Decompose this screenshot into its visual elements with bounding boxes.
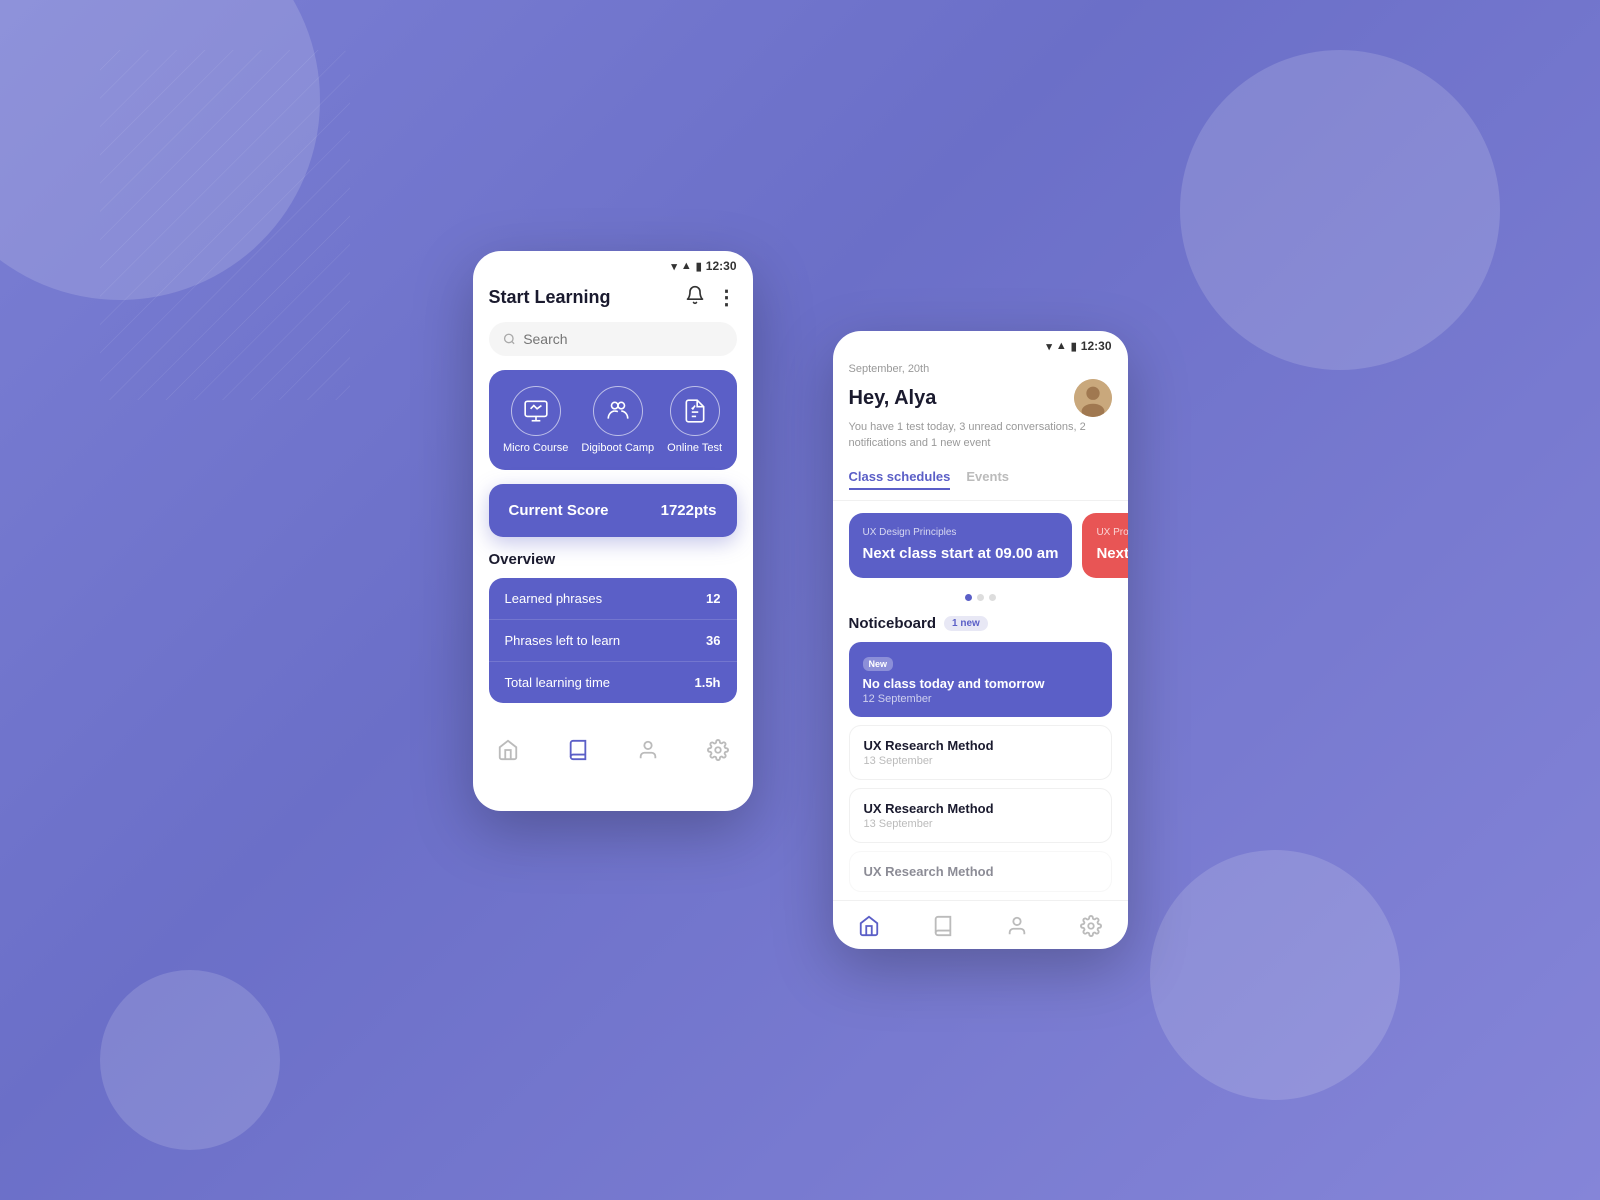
status-bar-1: ▾ ▲ ▮ 12:30 [473,251,753,277]
class-cards-row: UX Design Principles Next class start at… [833,501,1128,590]
nav2-person[interactable] [1006,915,1028,937]
micro-course-icon-wrap [511,386,561,436]
nav2-settings[interactable] [1080,915,1102,937]
greeting-subtext: You have 1 test today, 3 unread conversa… [849,420,1112,451]
notice-items-list: New No class today and tomorrow 12 Septe… [833,642,1128,892]
nav-home[interactable] [497,739,519,767]
signal-icon-2: ▲ [1056,340,1067,352]
overview-label-3: Total learning time [505,675,611,690]
search-input[interactable] [523,331,722,347]
notice-title-2: UX Research Method [864,738,1097,753]
class-card-red[interactable]: UX Prototyping Next class start at 11.00… [1082,513,1127,578]
phone-2: ▾ ▲ ▮ 12:30 September, 20th Hey, Alya Yo… [833,331,1128,948]
bg-decoration-2 [1180,50,1500,370]
class-card-subtitle-1: UX Design Principles [863,527,1059,538]
wifi-icon: ▾ [671,260,677,273]
phone1-bottom-nav [473,723,753,779]
nav2-book[interactable] [932,915,954,937]
bell-icon[interactable] [685,285,705,310]
notice-item-1[interactable]: New No class today and tomorrow 12 Septe… [849,642,1112,717]
overview-value-1: 12 [706,591,720,606]
overview-value-2: 36 [706,633,720,648]
battery-icon-2: ▮ [1071,340,1077,353]
phone1-header: Start Learning ⋮ [473,277,753,322]
search-bar[interactable] [489,322,737,356]
class-card-title-2: Next class start at 11.00 am [1096,544,1127,564]
phone2-header: September, 20th Hey, Alya You have 1 tes… [833,357,1128,461]
bg-decoration-1 [0,0,320,300]
overview-value-3: 1.5h [694,675,720,690]
time-display-2: 12:30 [1081,339,1112,353]
category-digiboot[interactable]: Digiboot Camp [581,386,654,454]
notice-date-1: 12 September [863,693,1098,705]
notice-item-3[interactable]: UX Research Method 13 September [849,788,1112,843]
nav-person-1[interactable] [637,739,659,767]
status-bar-2: ▾ ▲ ▮ 12:30 [833,331,1128,357]
time-display-1: 12:30 [706,259,737,273]
notice-new-label: New [863,657,894,671]
document-check-icon [682,398,708,424]
more-icon[interactable]: ⋮ [717,285,737,310]
date-label: September, 20th [849,363,1112,375]
notice-date-3: 13 September [864,818,1097,830]
notice-title-1: No class today and tomorrow [863,676,1098,691]
phone-1: ▾ ▲ ▮ 12:30 Start Learning ⋮ [473,251,753,811]
dot-1 [965,594,972,601]
notice-date-2: 13 September [864,755,1097,767]
online-test-label: Online Test [667,442,722,454]
overview-row-2: Phrases left to learn 36 [489,620,737,662]
wifi-icon-2: ▾ [1046,340,1052,353]
class-card-subtitle-2: UX Prototyping [1096,527,1127,538]
group-icon [605,398,631,424]
dot-3 [989,594,996,601]
avatar-image [1074,379,1112,417]
header-icons: ⋮ [685,285,737,310]
score-label: Current Score [509,502,609,519]
category-micro-course[interactable]: Micro Course [503,386,568,454]
notice-title-3: UX Research Method [864,801,1097,816]
category-online-test[interactable]: Online Test [667,386,722,454]
digiboot-icon-wrap [593,386,643,436]
noticeboard-title: Noticeboard [849,615,937,632]
overview-title: Overview [473,551,753,578]
overview-label-1: Learned phrases [505,591,603,606]
tab-events[interactable]: Events [966,469,1009,490]
nav2-home[interactable] [858,915,880,937]
phones-container: ▾ ▲ ▮ 12:30 Start Learning ⋮ [473,251,1128,948]
card-pagination-dots [833,590,1128,611]
user-avatar[interactable] [1074,379,1112,417]
schedule-tabs: Class schedules Events [833,461,1128,501]
micro-course-label: Micro Course [503,442,568,454]
online-test-icon-wrap [670,386,720,436]
overview-row-1: Learned phrases 12 [489,578,737,620]
bg-decoration-3 [1150,850,1400,1100]
signal-icon: ▲ [681,260,692,272]
overview-row-3: Total learning time 1.5h [489,662,737,703]
score-card[interactable]: Current Score 1722pts [489,484,737,537]
dot-2 [977,594,984,601]
tab-class-schedules[interactable]: Class schedules [849,469,951,490]
greeting-row: Hey, Alya [849,379,1112,417]
overview-label-2: Phrases left to learn [505,633,621,648]
search-icon [503,332,516,346]
score-value: 1722pts [661,502,717,519]
presentation-icon [523,398,549,424]
class-card-blue[interactable]: UX Design Principles Next class start at… [849,513,1073,578]
battery-icon: ▮ [696,260,702,273]
categories-section: Micro Course Digiboot Camp [489,370,737,470]
nav-book[interactable] [567,739,589,767]
new-badge: 1 new [944,616,988,631]
greeting-text: Hey, Alya [849,387,937,410]
notice-item-2[interactable]: UX Research Method 13 September [849,725,1112,780]
page-title: Start Learning [489,287,611,308]
notice-item-4[interactable]: UX Research Method [849,851,1112,892]
nav-settings-1[interactable] [707,739,729,767]
overview-card: Learned phrases 12 Phrases left to learn… [489,578,737,703]
class-card-title-1: Next class start at 09.00 am [863,544,1059,564]
bg-decoration-4 [100,970,280,1150]
noticeboard-header: Noticeboard 1 new [833,611,1128,642]
digiboot-label: Digiboot Camp [581,442,654,454]
notice-title-4: UX Research Method [864,864,1097,879]
phone2-bottom-nav [833,900,1128,949]
